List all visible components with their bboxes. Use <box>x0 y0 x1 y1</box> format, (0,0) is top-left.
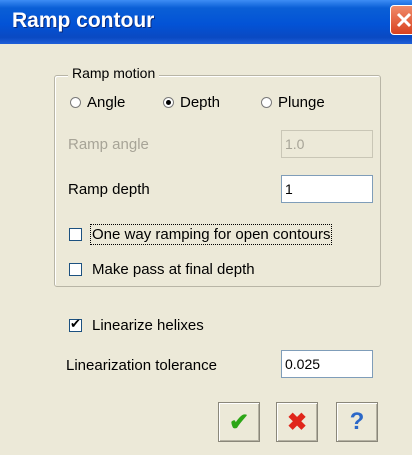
ramp-angle-input <box>281 130 373 158</box>
help-button[interactable]: ? <box>336 402 378 442</box>
radio-depth-dot[interactable] <box>163 97 174 108</box>
radio-plunge-dot[interactable] <box>261 97 272 108</box>
close-icon <box>396 12 412 28</box>
ramp-angle-label: Ramp angle <box>68 136 149 153</box>
x-icon: ✖ <box>286 408 308 436</box>
linearize-helixes-box[interactable] <box>69 316 82 332</box>
final-depth-pass-label: Make pass at final depth <box>92 261 255 278</box>
cancel-button[interactable]: ✖ <box>276 402 318 442</box>
close-button[interactable] <box>390 5 412 35</box>
one-way-ramping-label: One way ramping for open contours <box>89 224 333 245</box>
ramp-depth-label: Ramp depth <box>68 181 150 198</box>
linearization-tolerance-input[interactable] <box>281 350 373 378</box>
help-icon: ? <box>349 408 365 435</box>
radio-depth-label: Depth <box>180 94 221 111</box>
ramp-contour-dialog: Ramp contour Ramp motion Angle Depth Plu… <box>0 0 412 455</box>
radio-angle[interactable]: Angle <box>70 94 125 111</box>
checkmark-icon: ✔ <box>228 408 250 436</box>
window-title: Ramp contour <box>12 9 155 32</box>
one-way-ramping-checkbox[interactable]: One way ramping for open contours <box>69 224 333 245</box>
linearization-tolerance-label: Linearization tolerance <box>66 357 217 374</box>
radio-depth[interactable]: Depth <box>163 94 220 111</box>
linearize-helixes-label: Linearize helixes <box>92 317 204 334</box>
ramp-depth-input[interactable] <box>281 175 373 203</box>
title-bar[interactable]: Ramp contour <box>0 0 412 44</box>
final-depth-pass-checkbox[interactable]: Make pass at final depth <box>69 261 255 278</box>
ok-button[interactable]: ✔ <box>218 402 260 442</box>
one-way-ramping-box[interactable] <box>69 228 82 241</box>
radio-angle-label: Angle <box>87 94 126 111</box>
linearize-helixes-checkbox[interactable]: Linearize helixes <box>69 316 204 334</box>
radio-angle-dot[interactable] <box>70 97 81 108</box>
final-depth-pass-box[interactable] <box>69 263 82 276</box>
radio-plunge[interactable]: Plunge <box>261 94 325 111</box>
radio-plunge-label: Plunge <box>278 94 325 111</box>
ramp-motion-legend: Ramp motion <box>68 65 160 81</box>
